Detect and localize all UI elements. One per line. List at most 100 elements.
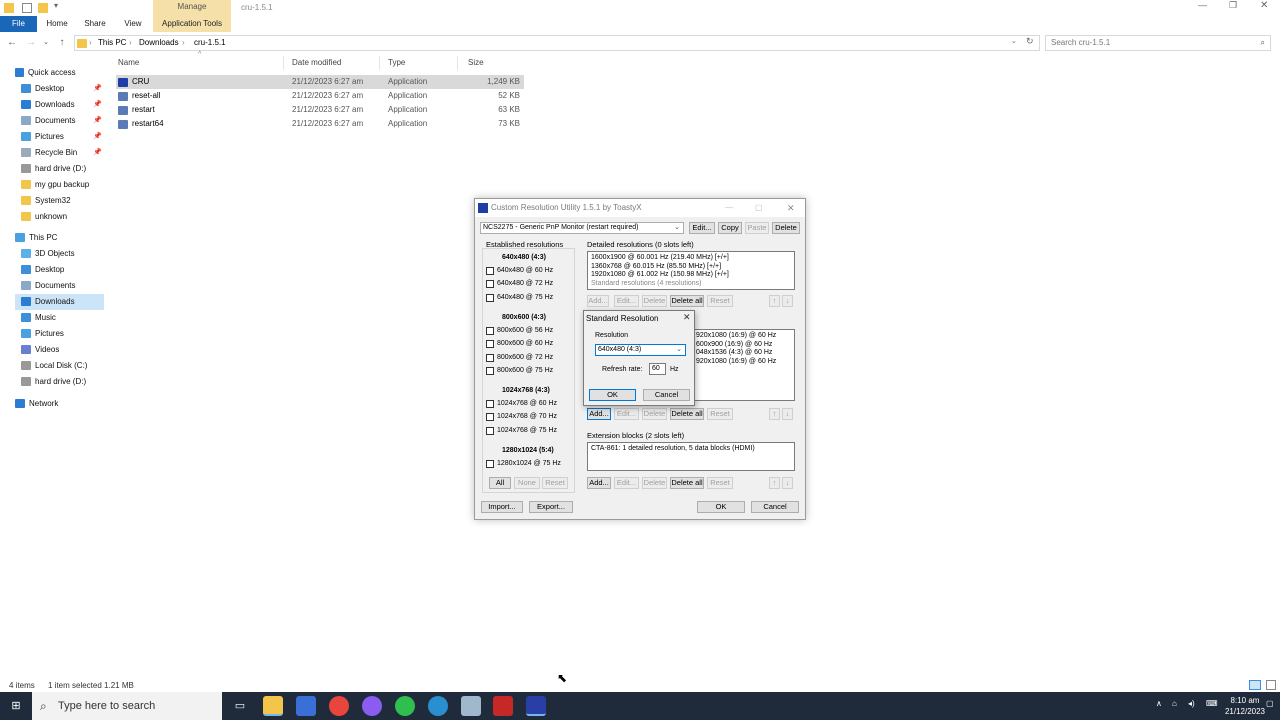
close-icon[interactable]: ✕	[787, 199, 795, 217]
clock-date[interactable]: 21/12/2023	[1220, 707, 1270, 716]
copy-button[interactable]: Copy	[718, 222, 742, 234]
tab-application-tools[interactable]: Application Tools	[156, 16, 228, 32]
sidebar-network[interactable]: Network	[15, 396, 58, 412]
refresh-rate-input[interactable]: 60	[649, 363, 666, 375]
detailed-resolutions-list[interactable]: 1600x1900 @ 60.001 Hz (219.40 MHz) [+/+]…	[587, 251, 795, 290]
edit-detailed-button[interactable]: Edit...	[614, 295, 639, 307]
dialog-ok-button[interactable]: OK	[589, 389, 636, 401]
chrome-icon[interactable]	[329, 696, 349, 716]
move-down-icon[interactable]: ↓	[782, 295, 793, 307]
established-checkbox[interactable]	[486, 280, 494, 288]
delete-standard-button[interactable]: Delete	[642, 408, 667, 420]
sidebar-item-pc-downloads[interactable]: Downloads	[15, 294, 104, 310]
established-checkbox[interactable]	[486, 327, 494, 335]
windows-start-icon[interactable]: ⊞	[6, 696, 26, 716]
reset-standard-button[interactable]: Reset	[707, 408, 733, 420]
task-view-icon[interactable]: ▭	[230, 696, 250, 716]
forward-arrow-icon[interactable]: →	[24, 34, 38, 52]
edit-extension-button[interactable]: Edit...	[614, 477, 639, 489]
whatsapp-icon[interactable]	[395, 696, 415, 716]
tab-file[interactable]: File	[0, 16, 37, 32]
close-icon[interactable]: ✕	[1260, 0, 1268, 11]
file-row[interactable]: CRU 21/12/2023 6:27 am Application 1,249…	[116, 75, 524, 89]
established-checkbox[interactable]	[486, 400, 494, 408]
reset-established-button[interactable]: Reset	[542, 477, 568, 489]
details-view-icon[interactable]	[1249, 680, 1261, 690]
established-checkbox[interactable]	[486, 413, 494, 421]
chevron-right-icon[interactable]: ›	[89, 38, 92, 47]
breadcrumb-downloads[interactable]: Downloads	[139, 38, 179, 47]
sidebar-item-hard-drive[interactable]: hard drive (D:)	[21, 161, 86, 177]
list-item[interactable]: 920x1080 (16:9) @ 60 Hz	[696, 332, 791, 341]
sidebar-item-pc-documents[interactable]: Documents	[21, 278, 75, 294]
reset-extension-button[interactable]: Reset	[707, 477, 733, 489]
sidebar-item-documents[interactable]: Documents 📌	[21, 113, 106, 129]
delete-detailed-button[interactable]: Delete	[642, 295, 667, 307]
address-dropdown-icon[interactable]: ⌄	[1011, 37, 1017, 45]
edge-icon[interactable]	[428, 696, 448, 716]
chevron-right-icon[interactable]: ›	[129, 38, 132, 47]
large-icons-view-icon[interactable]	[1266, 680, 1276, 690]
export-button[interactable]: Export...	[529, 501, 573, 513]
established-checkbox[interactable]	[486, 340, 494, 348]
taskbar-search[interactable]: ⌕ Type here to search	[32, 692, 222, 720]
move-down-icon[interactable]: ↓	[782, 408, 793, 420]
monitor-select[interactable]: NCS2275 - Generic PnP Monitor (restart r…	[480, 222, 684, 234]
sidebar-quick-access[interactable]: Quick access	[15, 65, 76, 81]
messenger-icon[interactable]	[362, 696, 382, 716]
sidebar-item-pc-desktop[interactable]: Desktop	[21, 262, 64, 278]
move-up-icon[interactable]: ↑	[769, 408, 780, 420]
recent-locations-icon[interactable]: ⌄	[39, 34, 53, 52]
list-item[interactable]: 1920x1080 @ 61.002 Hz (150.98 MHz) [+/+]	[591, 271, 791, 280]
network-tray-icon[interactable]: ⌂	[1172, 699, 1177, 708]
sidebar-item-system32[interactable]: System32	[21, 193, 71, 209]
column-header-name[interactable]: Name	[108, 56, 284, 70]
keyboard-icon[interactable]: ⌨	[1206, 699, 1218, 708]
file-explorer-icon[interactable]	[263, 696, 283, 716]
minimize-icon[interactable]: —	[725, 199, 733, 217]
sidebar-item-music[interactable]: Music	[21, 310, 56, 326]
add-detailed-button[interactable]: Add...	[587, 295, 609, 307]
established-checkbox[interactable]	[486, 267, 494, 275]
address-box[interactable]: › This PC › Downloads › cru-1.5.1 ⌄ ↻	[74, 35, 1040, 51]
sidebar-item-downloads[interactable]: Downloads 📌	[21, 97, 106, 113]
established-checkbox[interactable]	[486, 367, 494, 375]
established-checkbox[interactable]	[486, 354, 494, 362]
move-up-icon[interactable]: ↑	[769, 477, 780, 489]
sidebar-item-local-disk[interactable]: Local Disk (C:)	[21, 358, 87, 374]
breadcrumb-current[interactable]: cru-1.5.1	[194, 38, 226, 47]
paste-button[interactable]: Paste	[745, 222, 769, 234]
list-item[interactable]: 1360x768 @ 60.015 Hz (85.50 MHz) [+/+]	[591, 263, 791, 272]
add-standard-button[interactable]: Add...	[587, 408, 611, 420]
chevron-right-icon[interactable]: ›	[182, 38, 185, 47]
sidebar-item-recycle-bin[interactable]: Recycle Bin 📌	[21, 145, 106, 161]
minimize-icon[interactable]: —	[1198, 0, 1207, 10]
resolution-select[interactable]: 640x480 (4:3) ⌄	[595, 344, 686, 356]
sidebar-item-videos[interactable]: Videos	[21, 342, 59, 358]
edit-standard-button[interactable]: Edit...	[614, 408, 639, 420]
file-row[interactable]: restart64 21/12/2023 6:27 am Application…	[116, 117, 524, 131]
manage-label[interactable]: Manage	[153, 0, 231, 14]
list-item[interactable]: 048x1536 (4:3) @ 60 Hz	[696, 349, 791, 358]
established-checkbox[interactable]	[486, 294, 494, 302]
extension-blocks-list[interactable]: CTA-861: 1 detailed resolution, 5 data b…	[587, 442, 795, 471]
list-item[interactable]: 920x1080 (16:9) @ 60 Hz	[696, 358, 791, 367]
import-button[interactable]: Import...	[481, 501, 523, 513]
clock-time[interactable]: 8:10 am	[1225, 696, 1265, 705]
back-arrow-icon[interactable]: ←	[5, 34, 19, 52]
sidebar-item-gpu-backup[interactable]: my gpu backup	[21, 177, 89, 193]
list-item[interactable]: CTA-861: 1 detailed resolution, 5 data b…	[591, 445, 791, 454]
qat-dropdown-icon[interactable]: ▾	[54, 1, 58, 10]
select-all-button[interactable]: All	[489, 477, 511, 489]
notepad-icon[interactable]	[461, 696, 481, 716]
dialog-cancel-button[interactable]: Cancel	[643, 389, 690, 401]
up-arrow-icon[interactable]: ↑	[55, 34, 69, 52]
delete-extension-button[interactable]: Delete	[642, 477, 667, 489]
sidebar-item-unknown[interactable]: unknown	[21, 209, 67, 225]
move-down-icon[interactable]: ↓	[782, 477, 793, 489]
refresh-icon[interactable]: ↻	[1026, 36, 1034, 47]
established-checkbox[interactable]	[486, 427, 494, 435]
sidebar-item-pictures[interactable]: Pictures 📌	[21, 129, 106, 145]
sidebar-item-3d-objects[interactable]: 3D Objects	[21, 246, 75, 262]
notifications-icon[interactable]: ▢	[1266, 699, 1274, 708]
